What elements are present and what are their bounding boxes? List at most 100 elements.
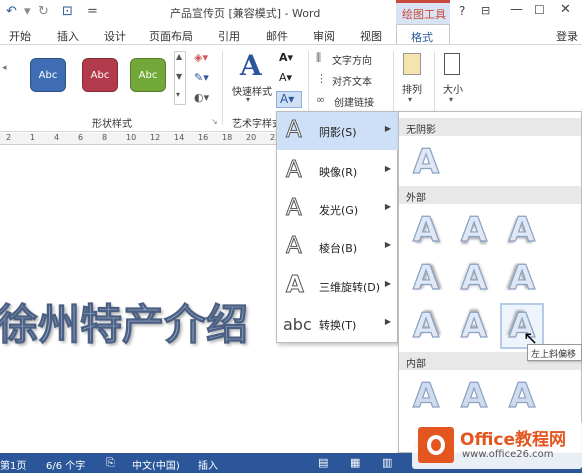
redo-icon[interactable]: ↻ <box>38 4 49 19</box>
ruler-mark: 4 <box>54 133 60 142</box>
shadow-outer-option[interactable]: A <box>503 209 541 250</box>
shape-gallery-left-icon[interactable]: ◂ <box>2 63 7 73</box>
shadow-outer-option[interactable]: A <box>407 257 445 298</box>
quick-styles-dropdown-icon[interactable]: ▾ <box>246 95 250 104</box>
tab-page-layout[interactable]: 页面布局 <box>149 28 193 44</box>
shape-styles-dialog-launcher-icon[interactable]: ↘ <box>211 117 218 126</box>
ruler-mark: 10 <box>126 133 137 142</box>
shape-outline-icon[interactable]: ✎▾ <box>194 71 209 84</box>
shape-style-preset-blue[interactable]: Abc <box>30 58 66 92</box>
tab-insert[interactable]: 插入 <box>57 28 79 44</box>
quick-styles-button[interactable]: 快速样式 <box>232 83 272 98</box>
ruler-mark: 12 <box>150 133 161 142</box>
shadow-inner-option[interactable]: A <box>503 375 541 416</box>
menu-item-glow[interactable]: A 发光(G) ▶ <box>277 190 399 228</box>
window-title: 产品宣传页 [兼容模式] - Word <box>170 7 321 20</box>
maximize-icon[interactable]: ☐ <box>534 3 545 17</box>
ruler-mark: 1 <box>30 133 36 142</box>
context-tab-label: 绘图工具 <box>402 8 446 21</box>
menu-item-label: 阴影(S) <box>319 126 357 139</box>
text-outline-icon[interactable]: A▾ <box>279 71 292 84</box>
shape-style-preset-green[interactable]: Abc <box>130 58 166 92</box>
submenu-arrow-icon: ▶ <box>384 202 391 211</box>
tab-mailings[interactable]: 邮件 <box>266 28 288 44</box>
menu-item-bevel[interactable]: A 棱台(B) ▶ <box>277 228 399 266</box>
web-layout-icon[interactable]: ▥ <box>382 456 392 469</box>
size-icon[interactable] <box>444 53 460 75</box>
signin-link[interactable]: 登录 <box>556 28 578 44</box>
shadow-outer-option[interactable]: A <box>407 305 445 346</box>
shape-effects-icon[interactable]: ◐▾ <box>194 91 209 104</box>
shadow-inner-option[interactable]: A <box>455 375 493 416</box>
shadow-outer-option[interactable]: A <box>503 257 541 298</box>
tab-design[interactable]: 设计 <box>104 28 126 44</box>
align-text-button[interactable]: 对齐文本 <box>332 73 372 88</box>
menu-item-reflection[interactable]: A 映像(R) ▶ <box>277 152 399 190</box>
ribbon-tabs: 开始 插入 设计 页面布局 引用 邮件 审阅 视图 格式 登录 <box>0 24 582 45</box>
transform-effect-icon: abc <box>283 315 312 334</box>
tooltip: 左上斜偏移 <box>527 344 582 361</box>
tab-view[interactable]: 视图 <box>360 28 382 44</box>
text-effects-button[interactable]: A▾ <box>276 91 302 108</box>
shadow-outer-option[interactable]: A <box>455 305 493 346</box>
horizontal-ruler[interactable]: 2146810121416182022 <box>0 133 290 145</box>
status-page[interactable]: 第1页 <box>0 457 26 472</box>
shadow-inner-option[interactable]: A <box>407 375 445 416</box>
close-icon[interactable]: ✕ <box>560 2 571 17</box>
wordart-heading[interactable]: 徐州特产介绍 <box>0 291 249 352</box>
shape-gallery-scroller[interactable]: ▲ ▼ ▾ <box>174 51 186 105</box>
shape-styles-group-label: 形状样式 <box>92 119 132 130</box>
size-button[interactable]: 大小 <box>443 81 463 96</box>
create-link-button[interactable]: 创建链接 <box>334 94 374 109</box>
text-direction-button[interactable]: 文字方向 <box>332 52 372 67</box>
print-preview-icon[interactable]: ⊡ <box>62 4 73 19</box>
arrange-icon[interactable] <box>403 53 421 75</box>
watermark: Office教程网 www.office26.com <box>412 421 582 469</box>
text-effects-menu: A 阴影(S) ▶ A 映像(R) ▶ A 发光(G) ▶ A 棱台(B) ▶ … <box>276 111 399 343</box>
glow-effect-icon: A <box>286 195 303 222</box>
text-effects-icon: A▾ <box>280 92 295 106</box>
customize-quick-access-icon[interactable]: = <box>87 4 98 19</box>
size-dropdown-icon[interactable]: ▾ <box>449 95 453 104</box>
undo-dropdown-icon[interactable]: ▾ <box>24 4 31 19</box>
shape-style-preset-red[interactable]: Abc <box>82 58 118 92</box>
status-language[interactable]: 中文(中国) <box>132 457 180 472</box>
tab-format[interactable]: 格式 <box>396 24 450 45</box>
read-mode-icon[interactable]: ▤ <box>318 456 328 469</box>
ruler-mark: 8 <box>102 133 108 142</box>
text-fill-icon[interactable]: A▾ <box>279 51 293 64</box>
shadow-outer-option[interactable]: A <box>455 209 493 250</box>
menu-item-label: 三维旋转(D) <box>319 281 381 294</box>
menu-item-3d-rotation[interactable]: A 三维旋转(D) ▶ <box>277 267 399 305</box>
text-direction-icon[interactable]: ⫼ <box>316 51 321 65</box>
ribbon-display-options-icon[interactable]: ⊟ <box>481 4 490 17</box>
quick-styles-icon[interactable]: A <box>240 49 262 82</box>
print-layout-icon[interactable]: ▦ <box>350 456 360 469</box>
undo-icon[interactable]: ↶ <box>6 4 17 19</box>
menu-item-label: 发光(G) <box>319 204 359 217</box>
minimize-icon[interactable]: — <box>510 2 523 17</box>
tab-home[interactable]: 开始 <box>9 28 31 44</box>
shadow-outer-option[interactable]: A <box>455 257 493 298</box>
shadow-none-option[interactable]: A <box>407 141 445 182</box>
status-mode[interactable]: 插入 <box>198 457 218 472</box>
ruler-mark: 20 <box>246 133 257 142</box>
menu-item-transform[interactable]: abc 转换(T) ▶ <box>277 305 399 343</box>
shape-fill-icon[interactable]: ◈▾ <box>194 51 208 64</box>
tab-references[interactable]: 引用 <box>218 28 240 44</box>
status-word-count[interactable]: 6/6 个字 <box>46 457 85 472</box>
tab-format-label: 格式 <box>411 31 433 44</box>
tab-review[interactable]: 审阅 <box>313 28 335 44</box>
align-text-icon[interactable]: ⋮ <box>316 72 327 85</box>
help-button[interactable]: ? <box>459 4 465 18</box>
create-link-icon[interactable]: ∞ <box>316 93 325 106</box>
menu-item-shadow[interactable]: A 阴影(S) ▶ <box>277 112 399 150</box>
ruler-mark: 6 <box>78 133 84 142</box>
arrange-button[interactable]: 排列 <box>402 81 422 96</box>
menu-item-label: 映像(R) <box>319 166 358 179</box>
arrange-dropdown-icon[interactable]: ▾ <box>408 95 412 104</box>
section-header-outer: 外部 <box>399 186 581 204</box>
shadow-outer-option[interactable]: A <box>407 209 445 250</box>
watermark-url: www.office26.com <box>462 449 554 460</box>
proofing-icon[interactable]: ⎘ <box>106 456 115 470</box>
